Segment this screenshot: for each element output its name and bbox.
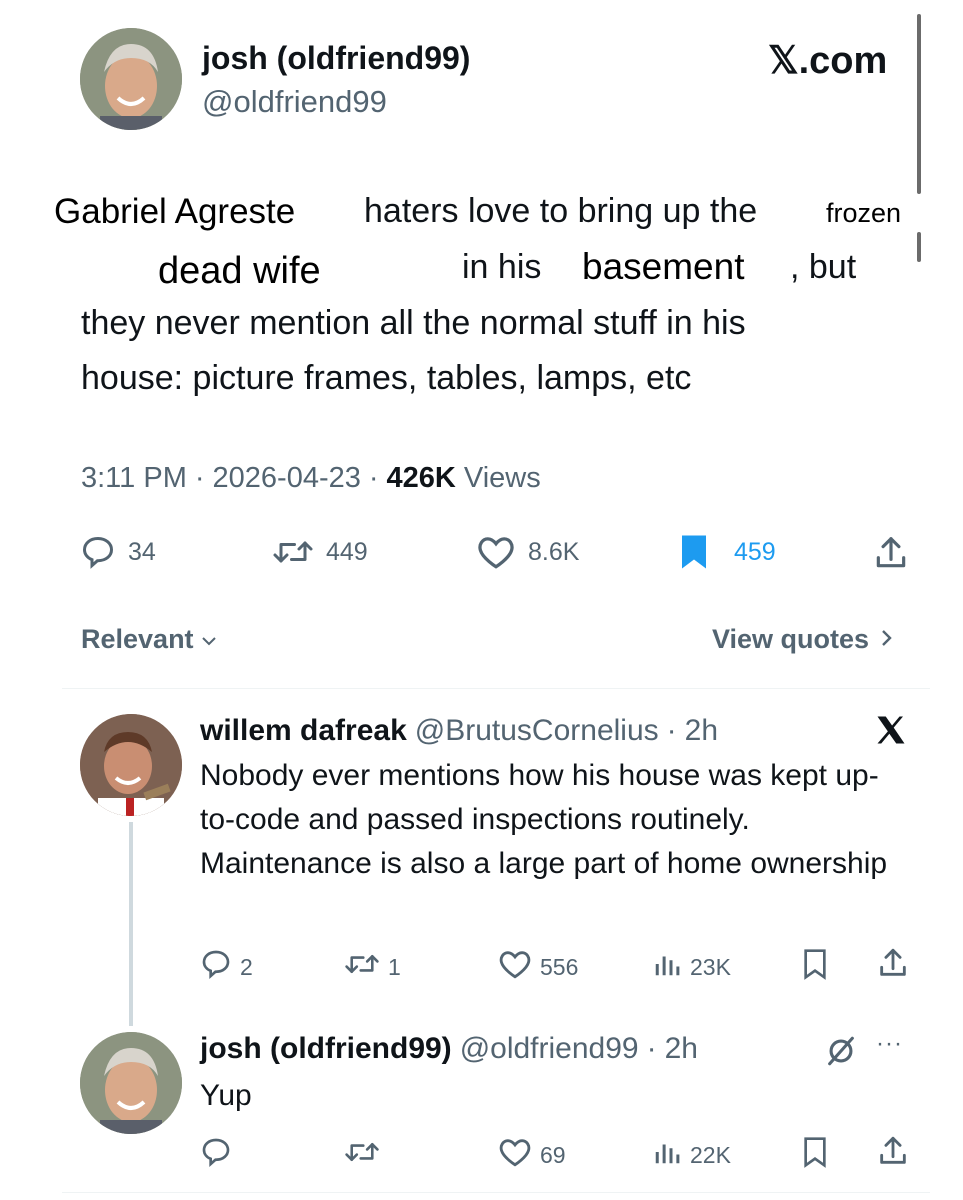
reply-author-handle[interactable]: @oldfriend99 <box>460 1032 639 1066</box>
separator-dot: · <box>194 462 205 494</box>
reply-author-name[interactable]: willem dafreak <box>200 714 407 748</box>
analytics-icon <box>652 1136 682 1174</box>
sticker-frozen: frozen <box>826 198 902 229</box>
reply-header: josh (oldfriend99) @oldfriend99 · 2h <box>200 1032 698 1066</box>
analytics-icon <box>652 948 682 986</box>
reply-text: Nobody ever mentions how his house was k… <box>200 759 888 880</box>
like-button[interactable]: 8.6K <box>476 534 579 570</box>
sticker-dead-wife: dead wife <box>158 250 321 293</box>
reply-author-handle[interactable]: @BrutusCornelius <box>415 714 659 748</box>
more-options-button[interactable]: ··· <box>876 1030 903 1058</box>
reply-like-button[interactable]: 556 <box>498 948 578 986</box>
reply-repost-count: 1 <box>388 953 401 980</box>
reply-icon <box>200 1136 232 1174</box>
reply-time[interactable]: 2h <box>685 714 718 748</box>
reply-text: Yup <box>200 1079 252 1112</box>
divider <box>62 1192 930 1193</box>
reply-avatar[interactable] <box>80 714 182 816</box>
tweet-text-segment-2: in his <box>462 248 542 286</box>
reply-share-button[interactable] <box>876 1134 910 1174</box>
author-handle[interactable]: @oldfriend99 <box>202 84 387 120</box>
reply-author-name[interactable]: josh (oldfriend99) <box>200 1032 452 1066</box>
reply-bookmark-button[interactable] <box>800 1136 830 1174</box>
repost-button[interactable]: 449 <box>272 534 368 570</box>
tweet-text-line-4: house: picture frames, tables, lamps, et… <box>81 359 692 397</box>
scrollbar-thumb[interactable] <box>917 14 921 194</box>
like-icon <box>498 1136 532 1174</box>
reply-button[interactable]: 34 <box>80 534 156 570</box>
reply-repost-button[interactable]: 1 <box>344 948 401 986</box>
bookmark-icon <box>800 1136 830 1174</box>
share-icon <box>872 534 910 572</box>
view-quotes-label: View quotes <box>712 624 870 654</box>
tweet-text-line-3: they never mention all the normal stuff … <box>81 304 746 342</box>
share-button[interactable] <box>872 534 910 572</box>
tweet-timestamp-row: 3:11 PM · 2026-04-23 · 426K Views <box>81 462 541 495</box>
views-count: 426K <box>386 462 456 494</box>
chevron-right-icon <box>879 624 893 655</box>
bookmark-button[interactable]: 459 <box>676 534 776 570</box>
reply-views-button[interactable]: 23K <box>652 948 731 986</box>
like-icon <box>498 948 532 986</box>
reply-views-count: 22K <box>690 1141 731 1168</box>
separator-dot: · <box>368 462 379 494</box>
reply-reply-count: 2 <box>240 953 253 980</box>
repost-icon <box>344 948 380 986</box>
thread-line <box>129 822 133 1026</box>
sticker-gabriel-agreste: Gabriel Agreste <box>54 192 296 232</box>
x-logo-icon <box>872 712 910 753</box>
repost-icon <box>272 534 314 570</box>
author-name[interactable]: josh (oldfriend99) <box>202 40 470 77</box>
bookmark-icon <box>800 948 830 986</box>
reply-count: 34 <box>128 537 156 566</box>
reply-time[interactable]: 2h <box>665 1032 698 1066</box>
chevron-down-icon <box>200 624 218 655</box>
author-avatar[interactable] <box>80 28 182 130</box>
view-quotes-link[interactable]: View quotes <box>712 624 893 655</box>
reply-views-count: 23K <box>690 953 731 980</box>
reply-like-button[interactable]: 69 <box>498 1136 566 1174</box>
tweet-text-segment-3: , but <box>790 248 857 286</box>
separator-dot: · <box>646 1032 657 1065</box>
reply-header: willem dafreak @BrutusCornelius · 2h <box>200 714 718 748</box>
sticker-basement: basement <box>582 246 745 288</box>
reply-like-count: 556 <box>540 953 579 980</box>
scrollbar-thumb-lower <box>917 232 921 262</box>
repost-icon <box>344 1136 380 1174</box>
divider <box>62 688 930 689</box>
reply-share-button[interactable] <box>876 946 910 986</box>
bookmark-filled-icon <box>676 534 712 570</box>
grok-icon[interactable] <box>824 1034 858 1073</box>
reply-like-count: 69 <box>540 1141 566 1168</box>
sort-dropdown[interactable]: Relevant <box>81 624 218 655</box>
repost-count: 449 <box>326 537 368 566</box>
views-label: Views <box>463 462 541 494</box>
reply-repost-button[interactable] <box>344 1136 388 1174</box>
tweet-time[interactable]: 3:11 PM <box>81 462 187 495</box>
like-icon <box>476 534 516 570</box>
bookmark-count: 459 <box>734 537 776 566</box>
reply-reply-button[interactable]: 2 <box>200 948 253 986</box>
sort-label: Relevant <box>81 624 194 654</box>
reply-reply-button[interactable] <box>200 1136 240 1174</box>
x-brand-label: 𝕏.com <box>768 40 888 82</box>
share-icon <box>876 946 910 986</box>
reply-icon <box>200 948 232 986</box>
reply-views-button[interactable]: 22K <box>652 1136 731 1174</box>
separator-dot: · <box>666 714 677 747</box>
share-icon <box>876 1134 910 1174</box>
like-count: 8.6K <box>528 537 580 566</box>
reply-icon <box>80 534 116 570</box>
tweet-text-segment-1: haters love to bring up the <box>364 192 758 230</box>
reply-bookmark-button[interactable] <box>800 948 830 986</box>
tweet-date[interactable]: 2026-04-23 <box>213 462 361 495</box>
reply-avatar[interactable] <box>80 1032 182 1134</box>
